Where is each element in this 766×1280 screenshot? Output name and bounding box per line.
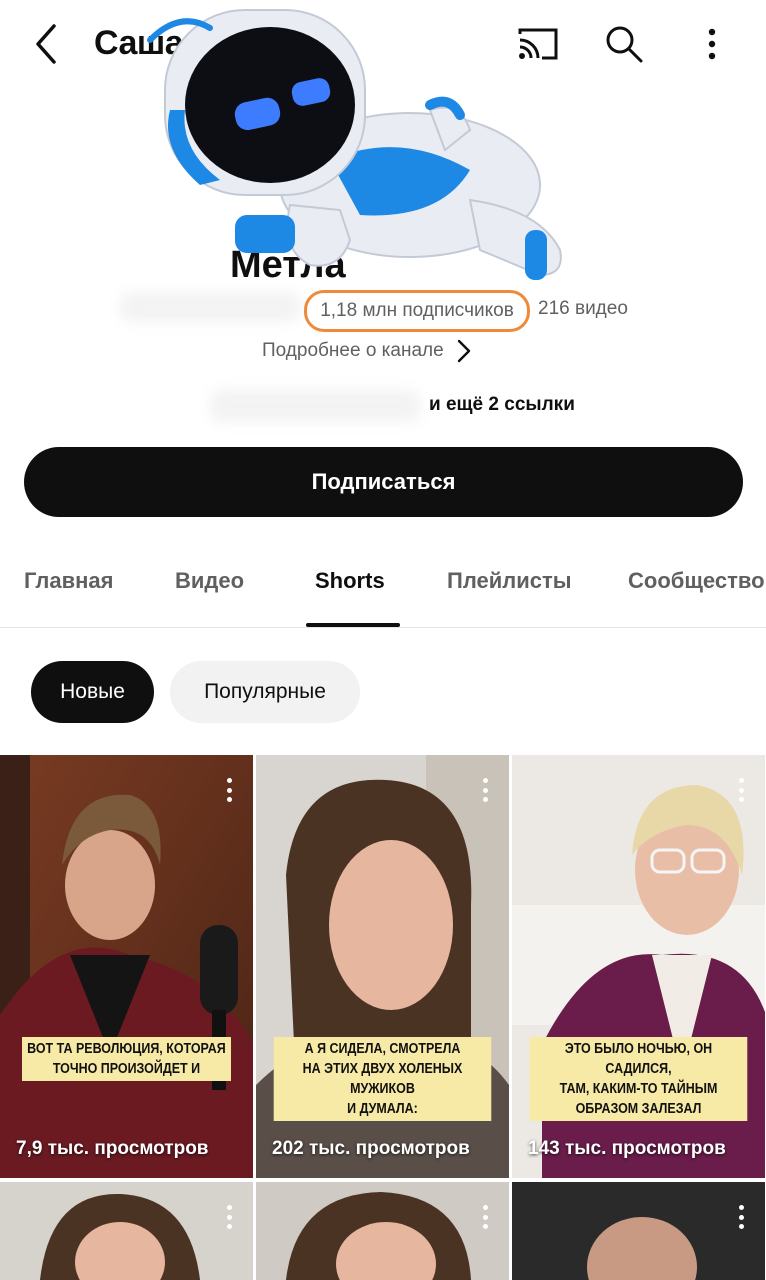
subscriber-count: 1,18 млн подписчиков bbox=[304, 290, 530, 332]
short-menu-button[interactable] bbox=[731, 1202, 751, 1232]
short-caption: ВОТ ТА РЕВОЛЮЦИЯ, КОТОРАЯ ТОЧНО ПРОИЗОЙД… bbox=[0, 1037, 253, 1081]
short-thumbnail bbox=[0, 755, 253, 1178]
short-caption: А Я СИДЕЛА, СМОТРЕЛА НА ЭТИХ ДВУХ ХОЛЕНЫ… bbox=[256, 1037, 509, 1121]
short-thumbnail bbox=[512, 1182, 765, 1280]
shorts-grid: ВОТ ТА РЕВОЛЮЦИЯ, КОТОРАЯ ТОЧНО ПРОИЗОЙД… bbox=[0, 755, 766, 1280]
tab-home[interactable]: Главная bbox=[24, 568, 113, 594]
short-card[interactable] bbox=[0, 1182, 253, 1280]
tab-playlists[interactable]: Плейлисты bbox=[447, 568, 572, 594]
redacted-area bbox=[120, 292, 300, 322]
robot-mascot-sticker bbox=[147, 9, 562, 280]
short-views: 202 тыс. просмотров bbox=[272, 1138, 470, 1159]
short-menu-button[interactable] bbox=[475, 1202, 495, 1232]
search-button[interactable] bbox=[600, 20, 648, 68]
short-menu-button[interactable] bbox=[731, 775, 751, 805]
channel-links[interactable]: и ещё 2 ссылки bbox=[429, 394, 575, 416]
more-vertical-icon bbox=[708, 28, 716, 60]
short-card[interactable]: ЭТО БЫЛО НОЧЬЮ, ОН САДИЛСЯ, ТАМ, КАКИМ-Т… bbox=[512, 755, 765, 1178]
tab-videos[interactable]: Видео bbox=[175, 568, 244, 594]
video-count: 216 видео bbox=[538, 298, 628, 319]
short-card[interactable] bbox=[256, 1182, 509, 1280]
filter-chip-popular[interactable]: Популярные bbox=[170, 661, 360, 723]
short-menu-button[interactable] bbox=[219, 775, 239, 805]
search-icon bbox=[606, 26, 643, 63]
channel-tabs: Главная Видео Shorts Плейлисты Сообществ… bbox=[0, 548, 766, 628]
short-caption-text: А Я СИДЕЛА, СМОТРЕЛА НА ЭТИХ ДВУХ ХОЛЕНЫ… bbox=[273, 1037, 492, 1121]
more-about-label: Подробнее о канале bbox=[262, 340, 444, 361]
short-card[interactable]: А Я СИДЕЛА, СМОТРЕЛА НА ЭТИХ ДВУХ ХОЛЕНЫ… bbox=[256, 755, 509, 1178]
back-button[interactable] bbox=[26, 20, 70, 68]
short-caption: ЭТО БЫЛО НОЧЬЮ, ОН САДИЛСЯ, ТАМ, КАКИМ-Т… bbox=[512, 1037, 765, 1121]
short-menu-button[interactable] bbox=[475, 775, 495, 805]
short-thumbnail bbox=[256, 1182, 509, 1280]
filter-chip-new[interactable]: Новые bbox=[31, 661, 154, 723]
more-about-channel-link[interactable]: Подробнее о канале bbox=[262, 336, 472, 366]
short-card[interactable] bbox=[512, 1182, 765, 1280]
subscribe-button[interactable]: Подписаться bbox=[24, 447, 743, 517]
short-caption-text: ВОТ ТА РЕВОЛЮЦИЯ, КОТОРАЯ ТОЧНО ПРОИЗОЙД… bbox=[22, 1037, 231, 1081]
back-icon bbox=[36, 24, 56, 64]
active-tab-indicator bbox=[306, 623, 400, 627]
short-views: 7,9 тыс. просмотров bbox=[16, 1138, 209, 1159]
tab-shorts[interactable]: Shorts bbox=[315, 568, 385, 594]
chevron-right-icon bbox=[457, 339, 470, 363]
short-caption-text: ЭТО БЫЛО НОЧЬЮ, ОН САДИЛСЯ, ТАМ, КАКИМ-Т… bbox=[529, 1037, 748, 1121]
tab-community[interactable]: Сообщество bbox=[628, 568, 765, 594]
redacted-area bbox=[210, 390, 420, 422]
more-options-button[interactable] bbox=[688, 20, 736, 68]
short-views: 143 тыс. просмотров bbox=[528, 1138, 726, 1159]
short-card[interactable]: ВОТ ТА РЕВОЛЮЦИЯ, КОТОРАЯ ТОЧНО ПРОИЗОЙД… bbox=[0, 755, 253, 1178]
subscriber-count-text: 1,18 млн подписчиков bbox=[320, 300, 514, 321]
short-menu-button[interactable] bbox=[219, 1202, 239, 1232]
short-thumbnail bbox=[0, 1182, 253, 1280]
